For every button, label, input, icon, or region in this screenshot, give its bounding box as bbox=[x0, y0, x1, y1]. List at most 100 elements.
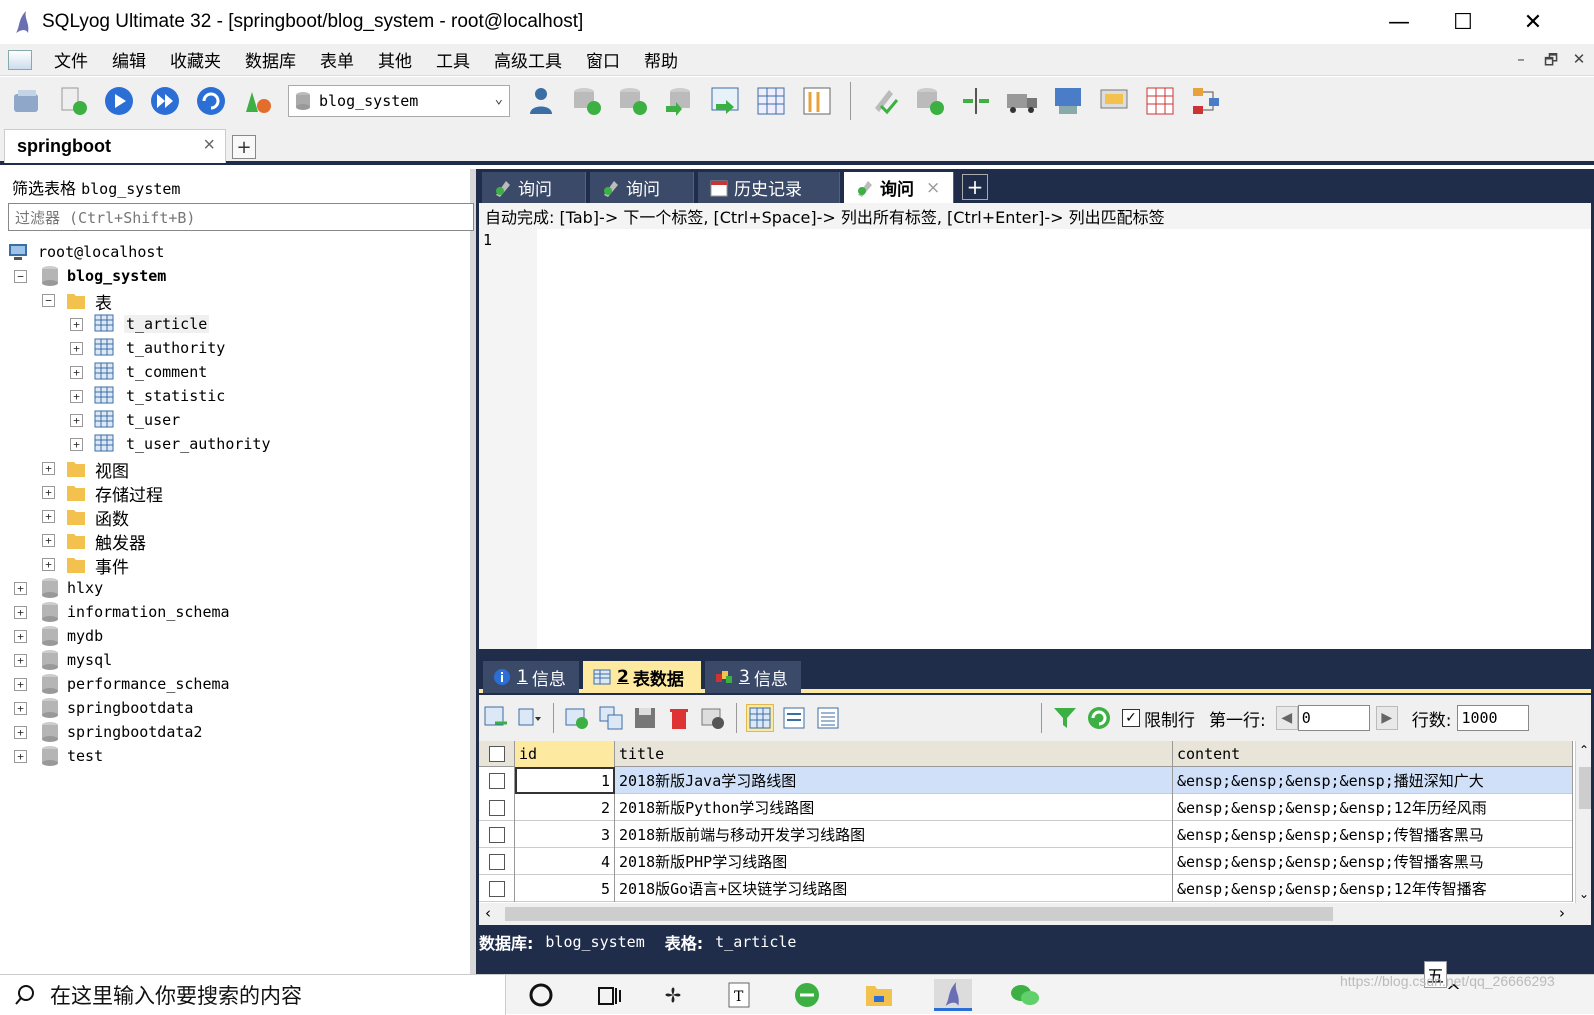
table-row[interactable]: 2 2018新版Python学习线路图 &ensp;&ensp;&ensp;&e… bbox=[479, 794, 1573, 821]
cortana-icon[interactable] bbox=[522, 979, 560, 1011]
grid-view-button[interactable] bbox=[746, 704, 774, 732]
close-button[interactable]: ✕ bbox=[1498, 0, 1568, 44]
cell-id[interactable]: 2 bbox=[515, 794, 615, 821]
column-header-title[interactable]: title bbox=[615, 741, 1173, 767]
schema-button[interactable] bbox=[238, 82, 276, 120]
cell-title[interactable]: 2018版Go语言+区块链学习线路图 bbox=[615, 875, 1173, 902]
row-checkbox[interactable] bbox=[479, 821, 515, 848]
execute-query-button[interactable] bbox=[100, 82, 138, 120]
cell-title[interactable]: 2018新版Java学习路线图 bbox=[615, 767, 1173, 794]
menu-database[interactable]: 数据库 bbox=[245, 47, 296, 72]
expand-icon[interactable]: + bbox=[70, 342, 83, 355]
refresh-button[interactable] bbox=[192, 82, 230, 120]
tab-history[interactable]: 历史记录 bbox=[698, 172, 840, 203]
expand-icon[interactable]: + bbox=[42, 558, 55, 571]
scroll-left-icon[interactable]: ‹ bbox=[485, 904, 491, 922]
mdi-close-button[interactable]: ✕ bbox=[1568, 50, 1590, 68]
insert-row-button[interactable] bbox=[563, 704, 591, 732]
expand-icon[interactable]: + bbox=[42, 510, 55, 523]
prev-page-button[interactable]: ◀ bbox=[1275, 706, 1298, 730]
connection-tab-springboot[interactable]: springboot × bbox=[4, 129, 226, 163]
migration-button[interactable] bbox=[1003, 82, 1041, 120]
horizontal-scrollbar[interactable]: ‹ › bbox=[479, 903, 1591, 925]
collapse-icon[interactable]: − bbox=[42, 294, 55, 307]
row-checkbox[interactable] bbox=[479, 794, 515, 821]
scroll-up-icon[interactable]: ⌃ bbox=[1579, 743, 1589, 757]
expand-icon[interactable]: + bbox=[70, 390, 83, 403]
refresh-data-button[interactable] bbox=[1085, 704, 1113, 732]
expand-icon[interactable]: + bbox=[14, 678, 27, 691]
table-row[interactable]: 1 2018新版Java学习路线图 &ensp;&ensp;&ensp;&ens… bbox=[479, 767, 1573, 794]
expand-icon[interactable]: + bbox=[42, 462, 55, 475]
wechat-icon[interactable] bbox=[1006, 979, 1044, 1011]
expand-icon[interactable]: + bbox=[70, 366, 83, 379]
cell-id[interactable]: 5 bbox=[515, 875, 615, 902]
row-count-input[interactable] bbox=[1457, 705, 1530, 731]
table-row[interactable]: 3 2018新版前端与移动开发学习线路图 &ensp;&ensp;&ensp;&… bbox=[479, 821, 1573, 848]
menu-favorites[interactable]: 收藏夹 bbox=[170, 47, 221, 72]
column-header-id[interactable]: id bbox=[515, 741, 615, 767]
typora-icon[interactable]: T bbox=[720, 979, 758, 1011]
scroll-right-icon[interactable]: › bbox=[1559, 904, 1565, 922]
database-selector[interactable]: blog_system ⌄ bbox=[288, 85, 510, 117]
query-builder-button[interactable] bbox=[865, 82, 903, 120]
schema-designer-button[interactable] bbox=[1187, 82, 1225, 120]
next-page-button[interactable]: ▶ bbox=[1375, 706, 1398, 730]
filter-button[interactable] bbox=[1051, 704, 1079, 732]
row-checkbox[interactable] bbox=[479, 875, 515, 902]
menu-other[interactable]: 其他 bbox=[378, 47, 412, 72]
import-button[interactable] bbox=[660, 82, 698, 120]
scroll-down-icon[interactable]: ⌄ bbox=[1579, 887, 1589, 901]
cell-content[interactable]: &ensp;&ensp;&ensp;&ensp;传智播客黑马 bbox=[1173, 848, 1573, 875]
first-row-input[interactable] bbox=[1297, 705, 1370, 731]
taskbar-search-box[interactable]: 在这里输入你要搜索的内容 bbox=[0, 975, 506, 1015]
new-query-button[interactable] bbox=[54, 82, 92, 120]
cell-content[interactable]: &ensp;&ensp;&ensp;&ensp;12年传智播客 bbox=[1173, 875, 1573, 902]
scroll-thumb[interactable] bbox=[1579, 767, 1591, 809]
tab-result-info-3[interactable]: 3 信息 bbox=[705, 661, 801, 693]
user-manager-button[interactable] bbox=[522, 82, 560, 120]
vertical-scrollbar[interactable]: ⌃ ⌄ bbox=[1575, 741, 1591, 903]
sql-editor[interactable]: 自动完成: [Tab]-> 下一个标签, [Ctrl+Space]-> 列出所有… bbox=[479, 203, 1591, 649]
cell-title[interactable]: 2018新版PHP学习线路图 bbox=[615, 848, 1173, 875]
tab-query-2[interactable]: 询问 bbox=[590, 172, 694, 203]
table-grid-button[interactable] bbox=[752, 82, 790, 120]
limit-checkbox[interactable]: ✓ bbox=[1122, 709, 1140, 727]
column-header-content[interactable]: content bbox=[1173, 741, 1573, 767]
expand-icon[interactable]: + bbox=[14, 702, 27, 715]
menu-advanced-tools[interactable]: 高级工具 bbox=[494, 47, 562, 72]
add-connection-tab-button[interactable]: + bbox=[232, 135, 256, 159]
notification-button[interactable] bbox=[1095, 82, 1133, 120]
delete-row-button[interactable] bbox=[665, 704, 693, 732]
expand-icon[interactable]: + bbox=[70, 438, 83, 451]
expand-icon[interactable]: + bbox=[14, 630, 27, 643]
expand-icon[interactable]: + bbox=[70, 414, 83, 427]
minimize-button[interactable]: — bbox=[1364, 0, 1434, 44]
table-export-button[interactable] bbox=[706, 82, 744, 120]
cell-content[interactable]: &ensp;&ensp;&ensp;&ensp;播妞深知广大 bbox=[1173, 767, 1573, 794]
compare-button[interactable] bbox=[957, 82, 995, 120]
copy-rows-button[interactable] bbox=[516, 704, 544, 732]
tab-query-1[interactable]: 询问 bbox=[482, 172, 586, 203]
cell-content[interactable]: &ensp;&ensp;&ensp;&ensp;12年历经风雨 bbox=[1173, 794, 1573, 821]
tab-query-active[interactable]: 询问 × bbox=[844, 172, 954, 203]
file-explorer-icon[interactable] bbox=[860, 979, 898, 1011]
maximize-button[interactable]: ☐ bbox=[1428, 0, 1498, 44]
menu-help[interactable]: 帮助 bbox=[644, 47, 678, 72]
duplicate-row-button[interactable] bbox=[597, 704, 625, 732]
task-view-icon[interactable] bbox=[590, 979, 628, 1011]
expand-icon[interactable]: + bbox=[42, 534, 55, 547]
mdi-minimize-button[interactable]: – bbox=[1510, 50, 1532, 68]
db-sync-button[interactable] bbox=[911, 82, 949, 120]
expand-icon[interactable]: + bbox=[14, 606, 27, 619]
menu-file[interactable]: 文件 bbox=[54, 47, 88, 72]
text-view-button[interactable] bbox=[814, 704, 842, 732]
pinwheel-app-icon[interactable] bbox=[654, 979, 692, 1011]
menu-tools[interactable]: 工具 bbox=[436, 47, 470, 72]
collapse-icon[interactable]: − bbox=[14, 270, 27, 283]
table-row[interactable]: 5 2018版Go语言+区块链学习线路图 &ensp;&ensp;&ensp;&… bbox=[479, 875, 1573, 902]
execute-all-button[interactable] bbox=[146, 82, 184, 120]
menu-edit[interactable]: 编辑 bbox=[112, 47, 146, 72]
expand-icon[interactable]: + bbox=[14, 654, 27, 667]
scroll-thumb[interactable] bbox=[505, 907, 1333, 921]
